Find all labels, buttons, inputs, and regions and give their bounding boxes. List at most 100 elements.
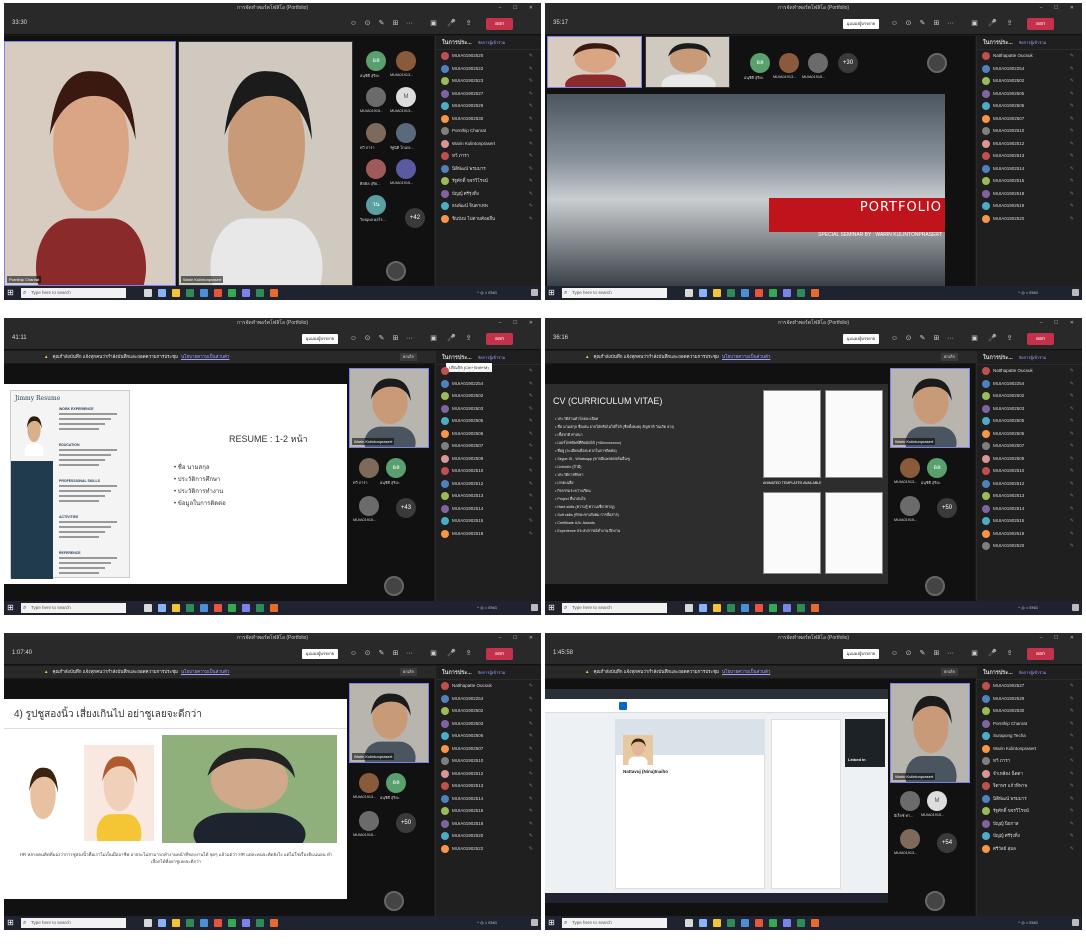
more-participants-badge[interactable]: +54 <box>937 833 957 853</box>
windows-start-icon[interactable]: ⊞ <box>7 919 15 927</box>
window-controls[interactable]: – ☐ ✕ <box>499 318 538 328</box>
windows-start-icon[interactable]: ⊞ <box>7 604 15 612</box>
participant-row[interactable]: MUIA01902529 ✎ <box>436 100 541 113</box>
taskbar-app-icon[interactable] <box>158 289 166 297</box>
system-tray[interactable]: ^ ◎ ⌂ ENG <box>477 920 497 925</box>
participant-row[interactable]: MUIA01902503 ✎ <box>436 718 541 731</box>
taskbar-app-icon[interactable] <box>769 604 777 612</box>
more-options-icon[interactable]: ··· <box>405 649 414 658</box>
participant-row[interactable]: MUIA01902503 ✎ <box>977 403 1082 416</box>
notification-icon[interactable] <box>531 604 538 611</box>
more-participants-badge[interactable]: +50 <box>396 813 416 833</box>
participant-row[interactable]: MUIA01902510 ✎ <box>977 125 1082 138</box>
participant-row[interactable]: MUIA01902514 ✎ <box>977 503 1082 516</box>
participant-avatar[interactable] <box>366 87 386 107</box>
participant-row[interactable]: MUIA01902512 ✎ <box>436 478 541 491</box>
participant-avatar[interactable] <box>900 496 920 516</box>
participant-row[interactable]: MUIA01902518 ✎ <box>977 528 1082 541</box>
more-options-icon[interactable]: ··· <box>946 649 955 658</box>
participant-row[interactable]: MUIA01902505 ✎ <box>436 415 541 428</box>
taskbar-app-icon[interactable] <box>741 604 749 612</box>
taskbar-app-icon[interactable] <box>755 919 763 927</box>
view-mode-button[interactable]: มุมมองผู้บรรยาย <box>302 649 338 659</box>
taskbar-app-icon[interactable] <box>741 289 749 297</box>
taskbar-app-icon[interactable] <box>755 604 763 612</box>
participant-avatar[interactable] <box>396 123 416 143</box>
participant-row[interactable]: MUIA01902514 ✎ <box>436 503 541 516</box>
window-controls[interactable]: – ☐ ✕ <box>1040 318 1079 328</box>
participant-row[interactable]: Surapong Techa ✎ <box>977 730 1082 743</box>
taskbar-app-icon[interactable] <box>755 289 763 297</box>
participant-row[interactable]: MUIA01902510 ✎ <box>436 465 541 478</box>
taskbar-app-icon[interactable] <box>699 919 707 927</box>
participant-row[interactable]: MUIA01902529 ✎ <box>977 693 1082 706</box>
taskbar-app-icon[interactable] <box>172 919 180 927</box>
notification-icon[interactable] <box>531 919 538 926</box>
participant-avatar[interactable] <box>359 458 379 478</box>
participant-row[interactable]: MUIA01902503 ✎ <box>436 403 541 416</box>
rooms-icon[interactable]: ⊞ <box>932 19 941 28</box>
chat-icon[interactable]: ⊙ <box>904 334 913 343</box>
participant-row[interactable]: Natthapatte Oucsuk ✎ <box>977 365 1082 378</box>
taskbar-search-box[interactable]: Type here to search <box>562 918 667 928</box>
taskbar-app-icon[interactable] <box>699 604 707 612</box>
participant-avatar[interactable] <box>359 811 379 831</box>
participant-avatar[interactable] <box>900 829 920 849</box>
participant-row[interactable]: MUIA01902518 ✎ <box>436 818 541 831</box>
system-tray[interactable]: ^ ◎ ⌂ ENG <box>1018 920 1038 925</box>
share-icon[interactable]: ⇪ <box>1005 19 1014 28</box>
participant-avatar[interactable] <box>808 53 828 73</box>
camera-icon[interactable]: ▣ <box>429 334 438 343</box>
participant-avatar[interactable]: อล <box>750 53 770 73</box>
taskbar-app-icon[interactable] <box>256 289 264 297</box>
participant-row[interactable]: MUIA01902512 ✎ <box>436 768 541 781</box>
share-icon[interactable]: ⇪ <box>464 19 473 28</box>
participant-row[interactable]: นิติพัฒน์ พรมมาร ✎ <box>436 163 541 176</box>
taskbar-app-icon[interactable] <box>811 919 819 927</box>
participant-row[interactable]: MUIA01902515 ✎ <box>436 805 541 818</box>
camera-icon[interactable]: ▣ <box>970 334 979 343</box>
windows-start-icon[interactable]: ⊞ <box>548 604 556 612</box>
taskbar-app-icon[interactable] <box>783 289 791 297</box>
participant-row[interactable]: Natthapatte Oucsuk ✎ <box>977 50 1082 63</box>
taskbar-search-box[interactable]: Type here to search <box>562 288 667 298</box>
taskbar-app-icon[interactable] <box>713 604 721 612</box>
participant-row[interactable]: MUIA01902520 ✎ <box>977 540 1082 553</box>
taskbar-app-icon[interactable] <box>144 604 152 612</box>
participant-row[interactable]: MUIA01902507 ✎ <box>977 440 1082 453</box>
participant-row[interactable]: Pornthip Chanrat ✎ <box>436 125 541 138</box>
participant-row[interactable]: MUIA01902518 ✎ <box>436 528 541 541</box>
taskbar-app-icon[interactable] <box>783 604 791 612</box>
reaction-icon[interactable]: ✎ <box>918 19 927 28</box>
window-controls[interactable]: – ☐ ✕ <box>499 3 538 13</box>
more-options-icon[interactable]: ··· <box>405 19 414 28</box>
view-mode-button[interactable]: มุมมองผู้บรรยาย <box>843 334 879 344</box>
participant-row[interactable]: MUIA01902254 ✎ <box>436 693 541 706</box>
more-participants-badge[interactable]: +42 <box>405 208 425 228</box>
taskbar-app-icon[interactable] <box>811 604 819 612</box>
taskbar-search-box[interactable]: Type here to search <box>21 288 126 298</box>
share-icon[interactable]: ⇪ <box>1005 649 1014 658</box>
privacy-policy-link[interactable]: นโยบายความเป็นส่วนตัว <box>181 354 229 359</box>
participant-row[interactable]: รัฐศักดิ์ ขจรวิโรจน์ ✎ <box>977 805 1082 818</box>
rooms-icon[interactable]: ⊞ <box>391 334 400 343</box>
participant-row[interactable]: จำเหลียง นิ่ดดา ✎ <box>977 768 1082 781</box>
taskbar-app-icon[interactable] <box>186 919 194 927</box>
participants-icon[interactable]: ☺ <box>890 649 899 658</box>
manage-participants-button[interactable]: จัดการผู้เข้าร่วม <box>478 355 505 360</box>
more-participants-badge[interactable]: +43 <box>396 498 416 518</box>
participant-row[interactable]: ปัญญ์ นิยกาส ✎ <box>977 818 1082 831</box>
participant-row[interactable]: MUIA01902520 ✎ <box>977 213 1082 226</box>
participant-row[interactable]: MUIA01902507 ✎ <box>977 113 1082 126</box>
participant-row[interactable]: MUIA01902518 ✎ <box>977 188 1082 201</box>
reaction-icon[interactable]: ✎ <box>377 19 386 28</box>
taskbar-app-icon[interactable] <box>144 919 152 927</box>
participant-row[interactable]: MUIA01902507 ✎ <box>436 743 541 756</box>
participant-avatar[interactable] <box>900 458 920 478</box>
participant-avatar[interactable]: อล <box>386 458 406 478</box>
taskbar-app-icon[interactable] <box>797 919 805 927</box>
rooms-icon[interactable]: ⊞ <box>932 649 941 658</box>
participant-row[interactable]: Warin Kulintonprasert ✎ <box>436 138 541 151</box>
participant-row[interactable]: ทวี ภารา ✎ <box>977 755 1082 768</box>
windows-start-icon[interactable]: ⊞ <box>7 289 15 297</box>
